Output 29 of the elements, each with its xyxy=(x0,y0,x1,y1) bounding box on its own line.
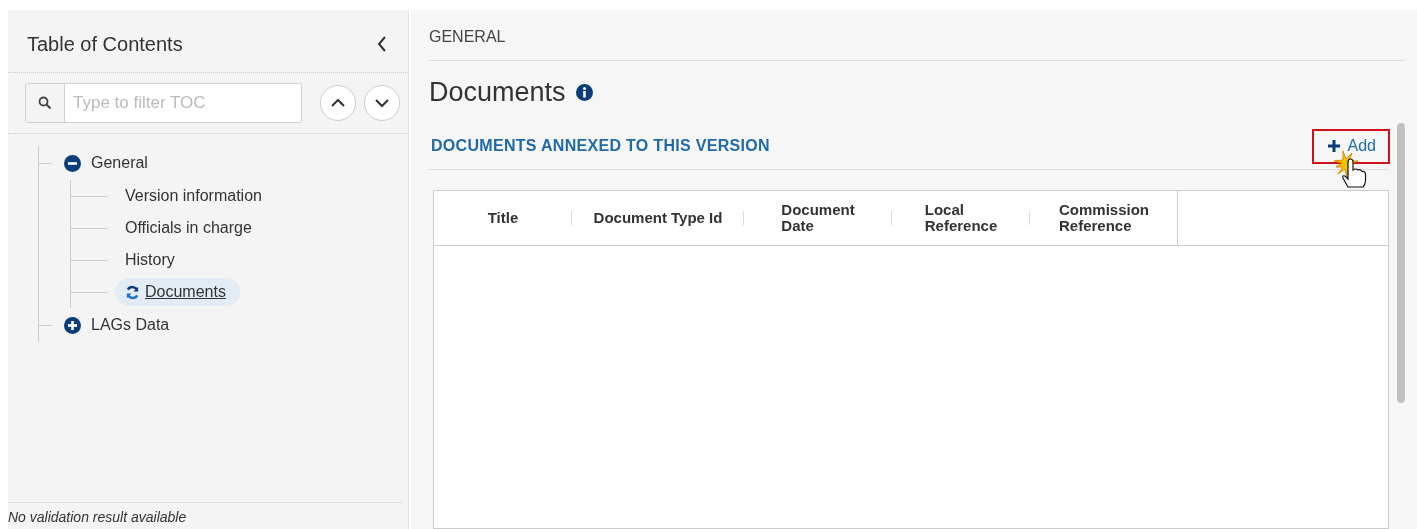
tree-item[interactable]: Version information xyxy=(108,182,276,210)
column-header[interactable]: Local Reference xyxy=(924,202,998,234)
refresh-icon xyxy=(125,284,140,300)
plus-icon xyxy=(1327,139,1340,152)
validation-status: No validation result available xyxy=(8,502,402,529)
column-header[interactable]: Title xyxy=(487,210,519,226)
tree-item[interactable]: Officials in charge xyxy=(108,214,266,242)
section-title: DOCUMENTS ANNEXED TO THIS VERSION xyxy=(431,137,770,155)
column-header[interactable]: Document Date xyxy=(781,202,855,234)
collapse-icon[interactable] xyxy=(376,35,388,53)
scrollbar-thumb[interactable] xyxy=(1397,123,1405,403)
breadcrumb: GENERAL xyxy=(429,10,1405,61)
next-button[interactable] xyxy=(364,85,400,121)
tree-item[interactable]: Documents xyxy=(115,278,240,306)
info-icon[interactable] xyxy=(575,83,593,101)
expand-node-icon[interactable] xyxy=(64,316,81,334)
filter-field[interactable]: Type to filter TOC xyxy=(25,83,302,123)
column-header[interactable]: Commission Reference xyxy=(1059,202,1149,234)
page-title: Documents xyxy=(429,76,566,108)
tree-item[interactable]: LAGs Data xyxy=(91,316,170,334)
chevron-down-icon xyxy=(374,98,390,108)
tree-item[interactable]: General xyxy=(91,154,148,172)
search-icon xyxy=(38,96,52,110)
tree-item[interactable]: History xyxy=(108,246,189,274)
collapse-node-icon[interactable] xyxy=(64,154,81,172)
chevron-up-icon xyxy=(330,98,346,108)
column-header[interactable]: Document Type Id xyxy=(593,210,723,226)
previous-button[interactable] xyxy=(320,85,356,121)
sidebar-title: Table of Contents xyxy=(27,32,183,56)
